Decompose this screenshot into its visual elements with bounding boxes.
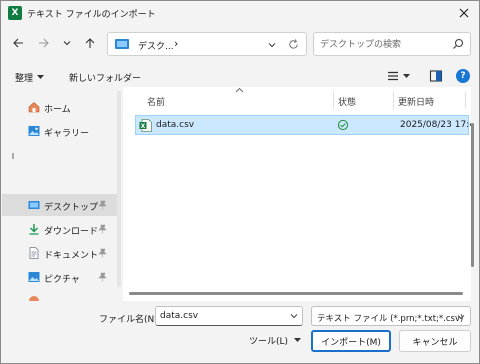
address-bar[interactable]: デスク... ›	[107, 32, 307, 56]
column-header-label: 状態	[338, 98, 357, 108]
title-bar: X テキスト ファイルのインポート	[1, 1, 479, 25]
close-button[interactable]	[455, 4, 473, 22]
arrow-right-icon	[39, 38, 49, 48]
filename-input[interactable]	[160, 310, 284, 322]
command-bar: 整理 新しいフォルダー ?	[1, 65, 479, 87]
sidebar-item-label: ホーム	[44, 105, 71, 115]
sidebar-item-label: ダウンロード	[44, 227, 99, 237]
sidebar-item-gallery[interactable]: ギャラリー	[2, 120, 118, 142]
help-icon[interactable]: ?	[456, 69, 470, 83]
import-text-file-dialog: X テキスト ファイルのインポート デスク... › デスクトップの検索 整理 …	[0, 0, 480, 364]
preview-pane-icon[interactable]	[429, 69, 443, 83]
up-button[interactable]	[82, 35, 98, 51]
pin-icon[interactable]	[98, 272, 107, 282]
file-type-filter-select[interactable]: テキスト ファイル (*.prn;*.txt;*.csv)	[311, 306, 471, 326]
sidebar-item-label: ドキュメント	[44, 251, 99, 261]
column-header-name[interactable]: 名前	[123, 87, 333, 111]
close-icon	[459, 8, 469, 18]
refresh-icon[interactable]	[287, 38, 300, 51]
file-type-filter-value: テキスト ファイル (*.prn;*.txt;*.csv)	[317, 314, 464, 324]
table-row[interactable]: X data.csv 2025/08/23 17:47	[135, 115, 471, 135]
tools-button[interactable]: ツール(L)	[249, 334, 302, 347]
caret-down-icon	[37, 75, 45, 79]
file-modified-date: 2025/08/23 17:47	[400, 120, 471, 130]
breadcrumb-chevron-icon[interactable]: ›	[174, 37, 178, 50]
chevron-down-icon	[63, 41, 71, 46]
file-list-horizontal-scrollbar[interactable]	[123, 289, 469, 297]
sidebar-item-label: ピクチャ	[44, 275, 80, 285]
chevron-down-icon	[457, 315, 465, 320]
cancel-button[interactable]: キャンセル	[399, 330, 471, 352]
sidebar-item-pictures[interactable]: ピクチャ	[2, 266, 118, 288]
nav-divider	[12, 153, 14, 159]
import-button[interactable]: インポート(M)	[311, 330, 391, 352]
chevron-down-icon[interactable]	[266, 39, 278, 51]
arrow-up-icon	[85, 38, 95, 48]
new-folder-button[interactable]: 新しいフォルダー	[69, 71, 141, 84]
search-box[interactable]	[313, 32, 471, 56]
column-header-label: 更新日時	[398, 98, 435, 108]
change-view-button[interactable]	[387, 69, 417, 83]
navigation-pane: ホーム ギャラリー デスクトップ ダウンロード ドキュメント ピクチャ	[2, 87, 120, 301]
download-icon	[29, 224, 39, 235]
scrollbar-thumb[interactable]	[129, 292, 463, 295]
pin-icon[interactable]	[98, 200, 107, 210]
recent-locations-button[interactable]	[59, 35, 75, 51]
sidebar-item-documents[interactable]: ドキュメント	[2, 242, 118, 264]
sidebar-item-partial[interactable]	[2, 290, 118, 301]
column-header-status[interactable]: 状態	[334, 87, 394, 111]
filename-field[interactable]	[155, 306, 303, 326]
caret-down-icon	[403, 73, 410, 78]
filename-label: ファイル名(N):	[99, 315, 161, 325]
synced-check-icon	[337, 119, 349, 131]
address-path[interactable]: デスク...	[138, 39, 174, 52]
home-icon	[28, 102, 40, 113]
sort-ascending-icon	[235, 87, 244, 93]
search-icon[interactable]	[452, 38, 464, 50]
sidebar-item-downloads[interactable]: ダウンロード	[2, 218, 118, 240]
file-name: data.csv	[156, 120, 195, 130]
gallery-icon	[28, 126, 40, 136]
caret-down-icon	[294, 338, 302, 342]
file-list-vertical-scrollbar[interactable]	[469, 89, 477, 285]
forward-button[interactable]	[36, 35, 52, 51]
file-list: 名前 状態 更新日時 X data.csv 2025/08/23 17:	[123, 87, 471, 301]
search-input[interactable]	[320, 38, 440, 51]
chevron-down-icon[interactable]	[290, 312, 298, 320]
pin-icon[interactable]	[98, 248, 107, 258]
organize-button[interactable]: 整理	[15, 71, 45, 84]
column-header-modified[interactable]: 更新日時	[394, 87, 470, 111]
list-view-icon	[388, 71, 398, 81]
window-title: テキスト ファイルのインポート	[27, 10, 156, 20]
pictures-icon	[28, 272, 40, 282]
organize-label: 整理	[15, 74, 34, 84]
svg-text:X: X	[141, 123, 146, 130]
excel-app-icon: X	[8, 6, 22, 20]
excel-csv-file-icon: X	[139, 119, 152, 132]
sidebar-item-label: ギャラリー	[44, 129, 90, 139]
desktop-icon	[115, 39, 129, 49]
arrow-left-icon	[13, 38, 23, 48]
pin-icon[interactable]	[98, 224, 107, 234]
back-button[interactable]	[10, 35, 26, 51]
column-divider[interactable]	[465, 91, 466, 109]
tools-label: ツール(L)	[249, 337, 289, 347]
documents-icon	[29, 247, 39, 259]
sidebar-item-home[interactable]: ホーム	[2, 96, 118, 118]
navigation-scrollbar[interactable]	[117, 91, 121, 287]
music-icon	[29, 296, 39, 301]
sidebar-item-label: デスクトップ	[44, 203, 99, 213]
scrollbar-thumb[interactable]	[471, 123, 474, 267]
desktop-icon	[28, 201, 40, 209]
column-header-label: 名前	[147, 98, 166, 108]
sidebar-item-desktop[interactable]: デスクトップ	[2, 194, 118, 216]
